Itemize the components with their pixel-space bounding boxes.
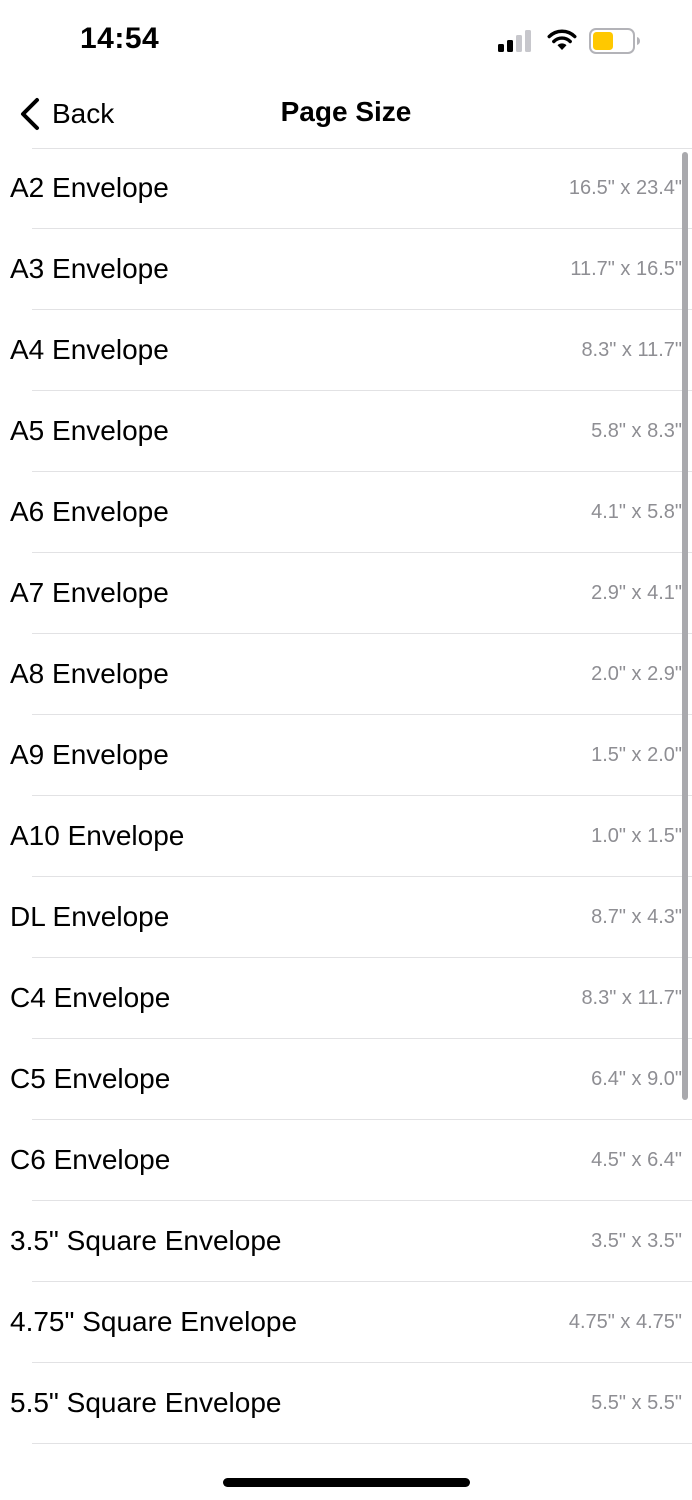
home-indicator[interactable] [223,1478,470,1487]
page-size-label: A6 Envelope [10,496,169,527]
page-size-row[interactable]: A3 Envelope 11.7" x 16.5" [0,229,692,310]
page-title: Page Size [280,96,412,127]
page-size-dimensions: 8.7" x 4.3" [591,906,682,928]
page-size-row[interactable]: A6 Envelope 4.1" x 5.8" [0,472,692,553]
page-size-label: A2 Envelope [10,172,169,203]
page-size-dimensions: 5.5" x 5.5" [591,1392,682,1414]
battery-icon [589,28,640,54]
page-size-row[interactable]: DL Envelope 8.7" x 4.3" [0,877,692,958]
page-size-label: 4.75" Square Envelope [10,1306,298,1337]
page-size-label: A4 Envelope [10,334,169,365]
page-size-row[interactable]: A7 Envelope 2.9" x 4.1" [0,553,692,634]
page-size-label: DL Envelope [10,901,170,932]
page-size-dimensions: 4.1" x 5.8" [591,501,682,523]
page-size-dimensions: 8.3" x 11.7" [581,339,682,361]
page-size-row[interactable]: A4 Envelope 8.3" x 11.7" [0,310,692,391]
page-size-label: C4 Envelope [10,982,171,1013]
page-size-label: A5 Envelope [10,415,169,446]
page-size-label: A8 Envelope [10,658,169,689]
page-size-row[interactable]: A8 Envelope 2.0" x 2.9" [0,634,692,715]
cellular-signal-icon [498,30,531,52]
page-size-label: 5.5" Square Envelope [10,1387,282,1418]
status-bar: 14:54 [0,0,692,80]
page-size-label: A7 Envelope [10,577,169,608]
page-size-row[interactable]: C4 Envelope 8.3" x 11.7" [0,958,692,1039]
page-size-dimensions: 16.5" x 23.4" [568,177,682,199]
page-size-label: A9 Envelope [10,739,169,770]
page-size-dimensions: 6.4" x 9.0" [591,1068,682,1090]
page-size-row[interactable]: 3.5" Square Envelope 3.5" x 3.5" [0,1201,692,1282]
page-size-row[interactable]: C6 Envelope 4.5" x 6.4" [0,1120,692,1201]
page-size-list: A2 Envelope 16.5" x 23.4" A3 Envelope 11.7"… [0,148,692,1444]
page-size-label: 3.5" Square Envelope [10,1225,282,1256]
scroll-indicator[interactable] [682,152,688,1100]
page-size-dimensions: 11.7" x 16.5" [570,258,682,280]
wifi-icon [547,29,577,50]
page-size-label: A10 Envelope [10,820,185,851]
page-size-row[interactable]: A2 Envelope 16.5" x 23.4" [0,148,692,229]
page-size-label: C6 Envelope [10,1144,171,1175]
page-size-row[interactable]: C5 Envelope 6.4" x 9.0" [0,1039,692,1120]
page-size-dimensions: 1.5" x 2.0" [591,744,682,766]
page-size-label: A3 Envelope [10,253,169,284]
page-size-dimensions: 3.5" x 3.5" [591,1230,682,1252]
page-size-label: C5 Envelope [10,1063,171,1094]
navigation-bar: Back Page Size [0,80,692,148]
page-size-row[interactable]: A10 Envelope 1.0" x 1.5" [0,796,692,877]
page-size-dimensions: 2.9" x 4.1" [591,582,682,604]
page-size-dimensions: 2.0" x 2.9" [591,663,682,685]
page-size-dimensions: 1.0" x 1.5" [591,825,682,847]
status-time: 14:54 [80,22,160,55]
page-size-row[interactable]: A5 Envelope 5.8" x 8.3" [0,391,692,472]
page-size-row[interactable]: 5.5" Square Envelope 5.5" x 5.5" [0,1363,692,1444]
page-size-dimensions: 8.3" x 11.7" [581,987,682,1009]
page-size-row[interactable]: 4.75" Square Envelope 4.75" x 4.75" [0,1282,692,1363]
page-size-dimensions: 5.8" x 8.3" [591,420,682,442]
page-size-row[interactable]: A9 Envelope 1.5" x 2.0" [0,715,692,796]
page-size-dimensions: 4.75" x 4.75" [568,1311,682,1333]
page-size-dimensions: 4.5" x 6.4" [591,1149,682,1171]
